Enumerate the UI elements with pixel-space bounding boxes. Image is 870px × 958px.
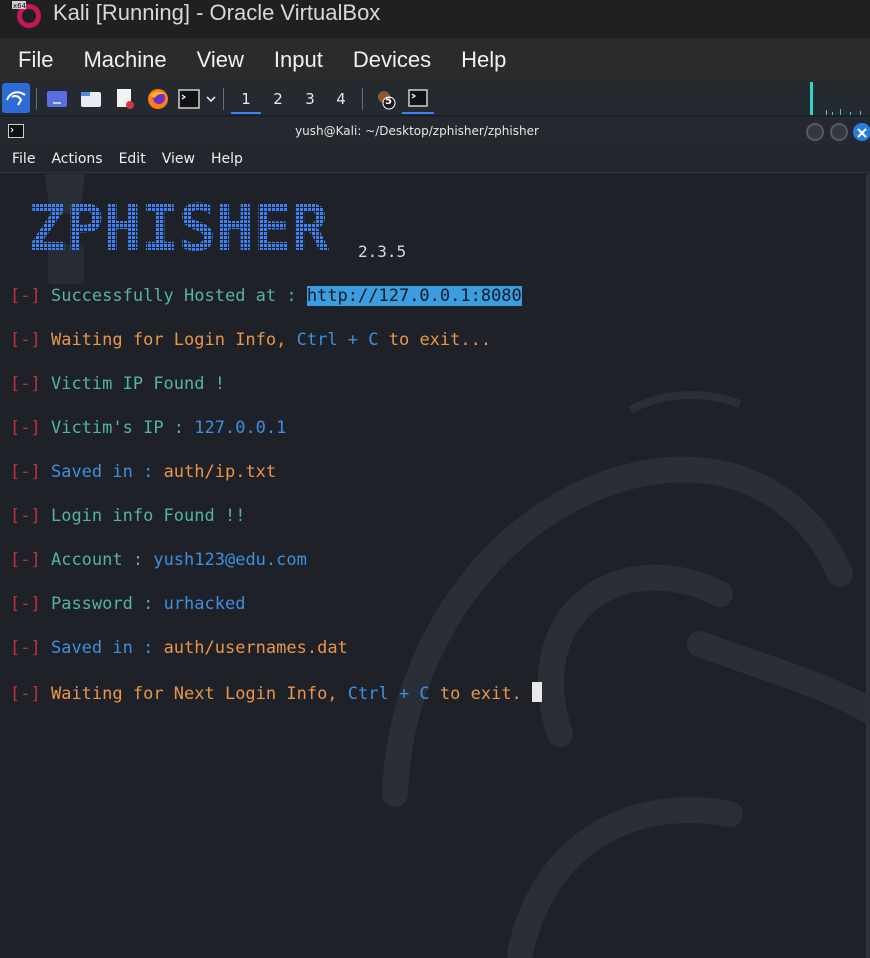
workspace-3[interactable]: 3 — [295, 84, 325, 114]
line-bracket: [-] — [10, 418, 41, 438]
line-text: Login info Found !! — [50, 506, 246, 526]
panel-separator — [223, 88, 224, 110]
line-bracket: [-] — [10, 638, 41, 658]
line-bracket: [-] — [10, 286, 41, 306]
desktop-icon[interactable] — [45, 86, 69, 112]
terminal-scrollbar[interactable] — [866, 174, 870, 958]
text-cursor — [532, 682, 543, 702]
terminal-menu-view[interactable]: View — [154, 151, 203, 167]
line-text: Victim's IP : — [50, 418, 195, 438]
text-editor-icon[interactable] — [113, 86, 137, 112]
banner-text: ZPHISHER — [28, 196, 330, 258]
menu-view[interactable]: View — [182, 38, 259, 82]
line-text: Waiting for Next Login Info, — [50, 684, 348, 704]
workspace-1[interactable]: 1 — [231, 84, 261, 114]
close-button[interactable] — [853, 123, 870, 141]
output-line-4: [-] Victim's IP : 127.0.0.1 — [10, 418, 286, 438]
output-line-2: [-] Waiting for Login Info, Ctrl + C to … — [10, 330, 491, 350]
panel-separator — [36, 88, 37, 110]
hosted-url[interactable]: http://127.0.0.1:8080 — [306, 286, 522, 306]
firefox-icon[interactable] — [146, 86, 170, 112]
line-bracket: [-] — [10, 506, 41, 526]
virtualbox-menubar: File Machine View Input Devices Help — [0, 38, 870, 82]
cpu-graph-icon — [810, 82, 861, 115]
line-value: 127.0.0.1 — [194, 418, 287, 438]
terminal-icon[interactable] — [177, 86, 201, 112]
output-line-8: [-] Password : urhacked — [10, 594, 245, 614]
svg-text:x64: x64 — [13, 2, 27, 10]
line-bracket: [-] — [10, 330, 41, 350]
menu-help[interactable]: Help — [446, 38, 521, 82]
line-text: Victim IP Found ! — [50, 374, 225, 394]
kali-panel: 1 2 3 4 5 — [0, 82, 870, 116]
workspace-4[interactable]: 4 — [326, 84, 356, 114]
menu-input[interactable]: Input — [259, 38, 338, 82]
output-line-9: [-] Saved in : auth/usernames.dat — [10, 638, 348, 658]
output-line-10: [-] Waiting for Next Login Info, Ctrl + … — [10, 682, 543, 704]
menu-machine[interactable]: Machine — [68, 38, 181, 82]
line-text: Saved in : — [50, 638, 164, 658]
terminal-titlebar: yush@Kali: ~/Desktop/zphisher/zphisher — [0, 117, 870, 145]
line-value: auth/ip.txt — [163, 462, 277, 482]
chevron-down-icon[interactable] — [203, 86, 219, 112]
virtualbox-titlebar: x64 Kali [Running] - Oracle VirtualBox — [0, 0, 870, 38]
line-bracket: [-] — [10, 594, 41, 614]
menu-file[interactable]: File — [0, 38, 68, 82]
window-title: Kali [Running] - Oracle VirtualBox — [53, 0, 381, 25]
task-count-badge: 5 — [385, 96, 392, 107]
line-bracket: [-] — [10, 684, 41, 704]
line-bracket: [-] — [10, 374, 41, 394]
line-shortcut: Ctrl + C — [296, 330, 379, 350]
version-label: 2.3.5 — [358, 242, 407, 261]
kali-menu-icon[interactable] — [2, 83, 30, 113]
file-manager-icon[interactable] — [79, 86, 103, 112]
line-value: urhacked — [163, 594, 246, 614]
close-icon — [857, 128, 867, 138]
terminal-menu-help[interactable]: Help — [203, 151, 251, 167]
line-value: auth/usernames.dat — [163, 638, 348, 658]
output-line-1: [-] Successfully Hosted at : http://127.… — [10, 286, 522, 306]
line-text: Saved in : — [50, 462, 164, 482]
workspace-2[interactable]: 2 — [263, 84, 293, 114]
terminal-menu-file[interactable]: File — [0, 151, 43, 167]
line-bracket: [-] — [10, 550, 41, 570]
line-text: Successfully Hosted at : — [50, 286, 307, 306]
task-group-icon[interactable]: 5 — [372, 86, 400, 112]
terminal-title: yush@Kali: ~/Desktop/zphisher/zphisher — [295, 124, 539, 138]
output-line-7: [-] Account : yush123@edu.com — [10, 550, 307, 570]
line-shortcut: Ctrl + C — [347, 684, 430, 704]
panel-separator — [362, 88, 363, 110]
terminal-task-icon[interactable] — [402, 84, 434, 114]
terminal-menubar: File Actions Edit View Help — [0, 145, 870, 173]
terminal-menu-actions[interactable]: Actions — [43, 151, 110, 167]
virtualbox-app-icon: x64 — [12, 1, 44, 31]
minimize-button[interactable] — [806, 123, 824, 141]
terminal-menu-edit[interactable]: Edit — [111, 151, 154, 167]
line-text: Password : — [50, 594, 164, 614]
output-line-6: [-] Login info Found !! — [10, 506, 245, 526]
output-line-5: [-] Saved in : auth/ip.txt — [10, 462, 276, 482]
line-text: to exit... — [378, 330, 492, 350]
line-bracket: [-] — [10, 462, 41, 482]
line-text: Waiting for Login Info, — [50, 330, 297, 350]
menu-devices[interactable]: Devices — [338, 38, 446, 82]
line-value: yush123@edu.com — [153, 550, 307, 570]
maximize-button[interactable] — [830, 123, 848, 141]
output-line-3: [-] Victim IP Found ! — [10, 374, 225, 394]
zphisher-banner: ZPHISHER — [28, 196, 331, 258]
line-text: Account : — [50, 550, 154, 570]
line-text: to exit. — [429, 684, 533, 704]
